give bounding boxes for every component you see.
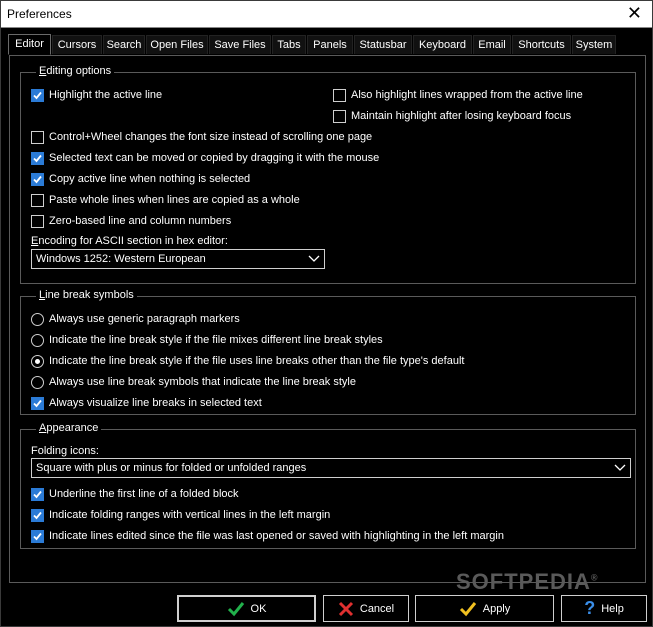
title-bar: Preferences ✕: [1, 1, 652, 28]
checkbox-checked[interactable]: [31, 396, 44, 410]
tab-email[interactable]: Email: [473, 35, 511, 54]
chevron-down-icon: [614, 464, 626, 471]
folding-icons-dropdown-value: Square with plus or minus for folded or …: [36, 462, 307, 474]
checkbox-unchecked[interactable]: [31, 130, 44, 144]
line-break-symbols-legend: Line break symbols: [36, 289, 137, 301]
checkbox-unchecked[interactable]: [31, 214, 44, 228]
checkbox-copy-active-line[interactable]: Copy active line when nothing is selecte…: [31, 171, 250, 187]
checkmark-icon: [459, 601, 477, 617]
radio-mixed-line-break-styles[interactable]: Indicate the line break style if the fil…: [31, 332, 383, 348]
tab-cursors[interactable]: Cursors: [52, 35, 102, 54]
button-bar: OK Cancel Apply ? Help: [1, 589, 652, 626]
encoding-label: Encoding for ASCII section in hex editor…: [31, 235, 228, 247]
checkbox-highlight-wrapped-lines[interactable]: Also highlight lines wrapped from the ac…: [333, 87, 583, 103]
radio-selected[interactable]: [31, 354, 44, 368]
editor-tab-page: Editing options Highlight the active lin…: [9, 55, 646, 583]
checkbox-highlight-active-line[interactable]: Highlight the active line: [31, 87, 162, 103]
checkbox-checked[interactable]: [31, 88, 44, 102]
radio-always-indicate-style[interactable]: Always use line break symbols that indic…: [31, 374, 356, 390]
tab-statusbar[interactable]: Statusbar: [354, 35, 412, 54]
encoding-dropdown-value: Windows 1252: Western European: [36, 253, 206, 265]
checkbox-visualize-line-breaks[interactable]: Always visualize line breaks in selected…: [31, 395, 262, 411]
checkmark-icon: [227, 601, 245, 617]
preferences-window: Preferences ✕ Editor Cursors Search Open…: [0, 0, 653, 627]
checkbox-zero-based-numbers[interactable]: Zero-based line and column numbers: [31, 213, 231, 229]
checkbox-edited-lines-highlight[interactable]: Indicate lines edited since the file was…: [31, 528, 504, 544]
checkbox-checked[interactable]: [31, 172, 44, 186]
apply-button[interactable]: Apply: [415, 595, 554, 622]
editing-options-legend: Editing options: [36, 65, 115, 77]
tab-shortcuts[interactable]: Shortcuts: [512, 35, 571, 54]
window-title: Preferences: [7, 7, 72, 21]
checkbox-unchecked[interactable]: [333, 88, 346, 102]
folding-icons-dropdown[interactable]: Square with plus or minus for folded or …: [31, 458, 631, 478]
tab-panels[interactable]: Panels: [307, 35, 353, 54]
tab-editor[interactable]: Editor: [8, 34, 51, 55]
folding-icons-label: Folding icons:: [31, 445, 99, 457]
ok-button[interactable]: OK: [177, 595, 316, 622]
radio-unselected[interactable]: [31, 312, 44, 326]
tab-search[interactable]: Search: [103, 35, 145, 54]
tab-open-files[interactable]: Open Files: [146, 35, 208, 54]
appearance-legend: Appearance: [36, 422, 102, 434]
close-icon[interactable]: ✕: [627, 3, 642, 23]
appearance-group: Appearance Folding icons: Square with pl…: [20, 422, 636, 549]
checkbox-checked[interactable]: [31, 508, 44, 522]
chevron-down-icon: [308, 255, 320, 262]
tab-save-files[interactable]: Save Files: [209, 35, 271, 54]
question-mark-icon: ?: [584, 598, 596, 618]
checkbox-maintain-highlight[interactable]: Maintain highlight after losing keyboard…: [333, 108, 571, 124]
checkbox-drag-selected-text[interactable]: Selected text can be moved or copied by …: [31, 150, 379, 166]
cancel-button[interactable]: Cancel: [323, 595, 409, 622]
checkbox-unchecked[interactable]: [31, 193, 44, 207]
radio-unselected[interactable]: [31, 375, 44, 389]
radio-unselected[interactable]: [31, 333, 44, 347]
checkbox-folding-vertical-lines[interactable]: Indicate folding ranges with vertical li…: [31, 507, 330, 523]
editing-options-group: Editing options Highlight the active lin…: [20, 65, 636, 284]
checkbox-ctrl-wheel-font-size[interactable]: Control+Wheel changes the font size inst…: [31, 129, 372, 145]
tab-system[interactable]: System: [572, 35, 616, 54]
tab-keyboard[interactable]: Keyboard: [413, 35, 472, 54]
checkbox-checked[interactable]: [31, 151, 44, 165]
checkbox-underline-folded-block[interactable]: Underline the first line of a folded blo…: [31, 486, 239, 502]
checkbox-unchecked[interactable]: [333, 109, 346, 123]
help-button[interactable]: ? Help: [561, 595, 647, 622]
radio-non-default-line-breaks[interactable]: Indicate the line break style if the fil…: [31, 353, 464, 369]
checkbox-paste-whole-lines[interactable]: Paste whole lines when lines are copied …: [31, 192, 300, 208]
radio-generic-paragraph-markers[interactable]: Always use generic paragraph markers: [31, 311, 240, 327]
encoding-dropdown[interactable]: Windows 1252: Western European: [31, 249, 325, 269]
checkbox-checked[interactable]: [31, 529, 44, 543]
checkbox-checked[interactable]: [31, 487, 44, 501]
cross-icon: [338, 601, 354, 617]
tab-tabs[interactable]: Tabs: [272, 35, 306, 54]
line-break-symbols-group: Line break symbols Always use generic pa…: [20, 289, 636, 415]
